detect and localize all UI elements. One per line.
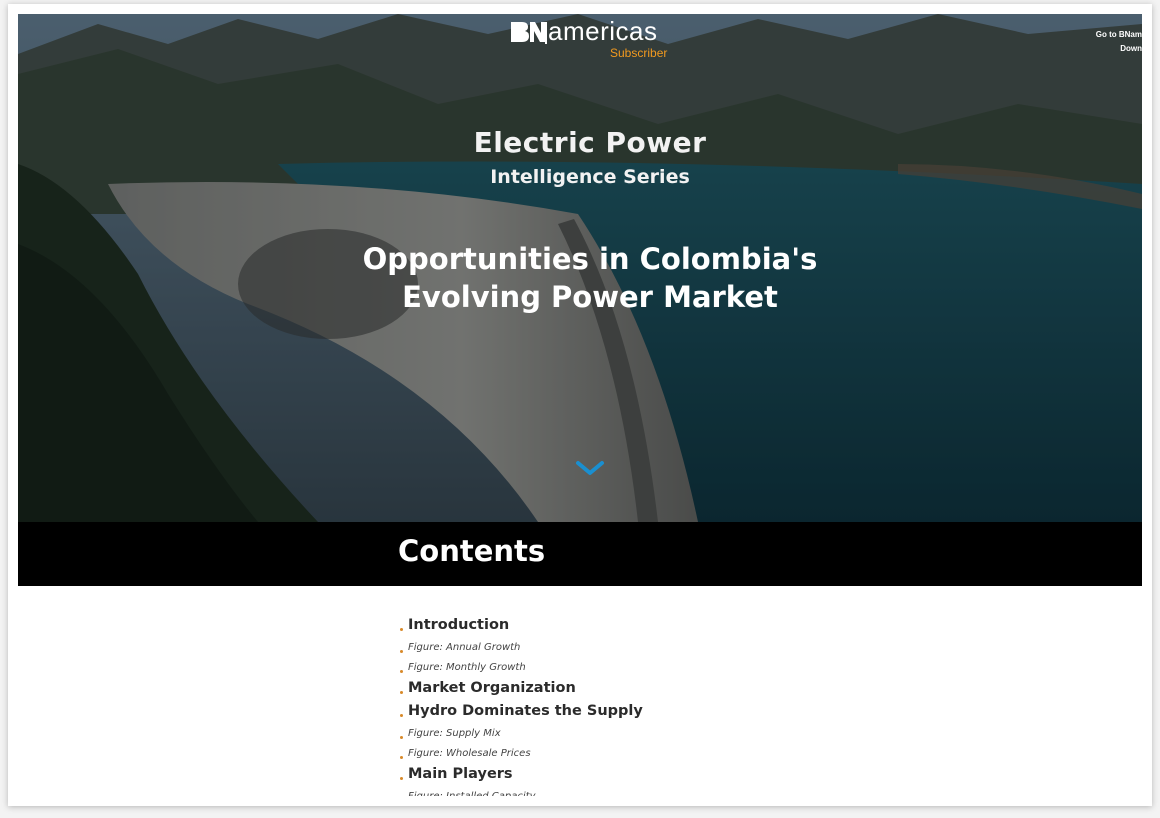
contents-header-bar: Contents [18,522,1142,586]
contents-heading: Contents [398,534,546,568]
toc-item-label: Figure: Annual Growth [408,642,521,653]
bullet-icon [400,670,403,673]
browser-window: americas Subscriber Go to BNam Down Elec… [8,4,1152,806]
bullet-icon [400,691,403,694]
series-title: Electric Power [473,126,707,159]
logo-divider [545,22,547,44]
toc-item-label: Figure: Installed Capacity [408,791,536,796]
toc-item-label: Figure: Supply Mix [408,728,501,739]
chevron-down-icon[interactable] [575,460,605,478]
top-links: Go to BNam Down [1096,28,1142,56]
bullet-icon [400,714,403,717]
go-to-bnamericas-link[interactable]: Go to BNam [1096,28,1142,42]
toc-item-label: Figure: Wholesale Prices [408,748,531,759]
toc-figure-link[interactable]: Figure: Annual Growth [398,637,898,657]
toc-section-link[interactable]: Market Organization [398,677,898,700]
bullet-icon [400,756,403,759]
toc-item-label: Market Organization [408,680,576,696]
hero-banner: americas Subscriber Go to BNam Down Elec… [18,14,1142,522]
toc-item-label: Introduction [408,617,510,633]
report-title: Opportunities in Colombia's Evolving Pow… [362,242,818,314]
toc-figure-link[interactable]: Figure: Supply Mix [398,723,898,743]
bullet-icon [400,650,403,653]
toc-section-link[interactable]: Main Players [398,763,898,786]
bn-logo-mark [511,22,545,42]
series-subtitle: Intelligence Series [490,166,690,188]
logo-subscriber-label: Subscriber [610,46,668,60]
toc-item-label: Hydro Dominates the Supply [408,703,643,719]
logo-wordmark: americas [548,16,658,46]
bullet-icon [400,736,403,739]
toc-figure-link[interactable]: Figure: Installed Capacity [398,786,898,796]
bnamericas-logo[interactable]: americas Subscriber [510,16,680,60]
toc-figure-link[interactable]: Figure: Wholesale Prices [398,743,898,763]
toc-figure-link[interactable]: Figure: Monthly Growth [398,657,898,677]
toc-section-link[interactable]: Introduction [398,614,898,637]
toc-section-link[interactable]: Hydro Dominates the Supply [398,700,898,723]
download-link[interactable]: Down [1096,42,1142,56]
table-of-contents: Introduction Figure: Annual Growth Figure:… [398,614,898,796]
toc-item-label: Figure: Monthly Growth [408,662,526,673]
bullet-icon [400,777,403,780]
toc-item-label: Main Players [408,766,513,782]
bullet-icon [400,628,403,631]
